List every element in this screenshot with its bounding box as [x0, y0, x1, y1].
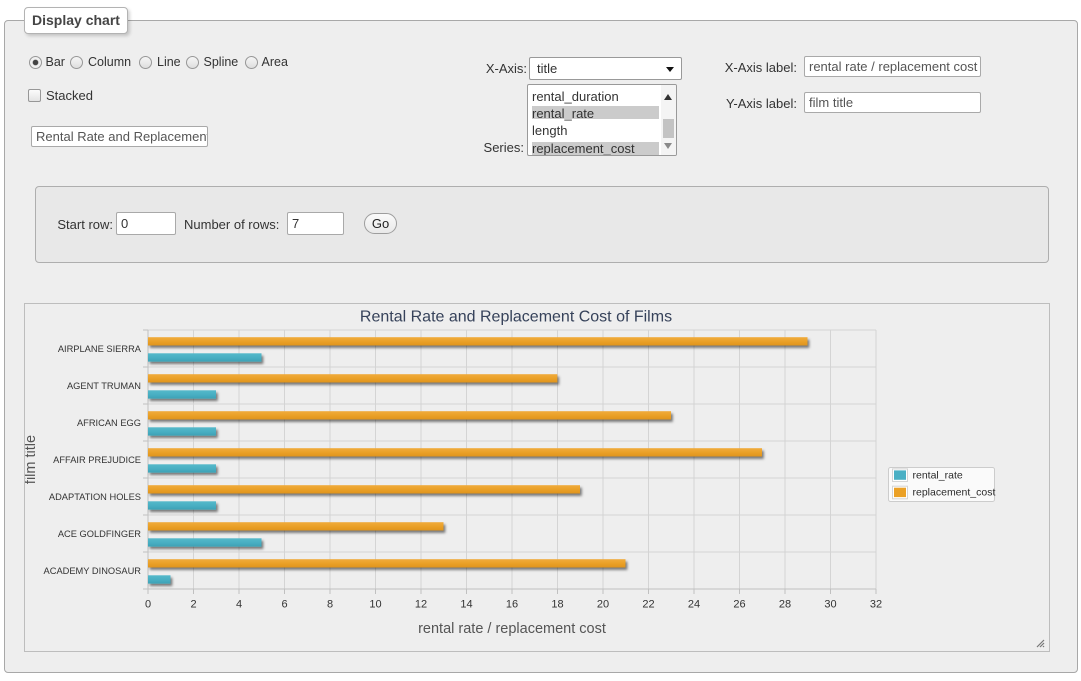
svg-text:rental_rate: rental_rate — [913, 469, 963, 481]
svg-text:24: 24 — [688, 599, 700, 611]
svg-text:12: 12 — [415, 599, 427, 611]
svg-text:AGENT TRUMAN: AGENT TRUMAN — [67, 381, 141, 391]
svg-text:AFFAIR PREJUDICE: AFFAIR PREJUDICE — [53, 455, 141, 465]
svg-text:20: 20 — [597, 599, 609, 611]
svg-text:0: 0 — [145, 599, 151, 611]
svg-text:6: 6 — [281, 599, 287, 611]
svg-text:replacement_cost: replacement_cost — [913, 487, 996, 499]
svg-text:2: 2 — [190, 599, 196, 611]
svg-text:AIRPLANE SIERRA: AIRPLANE SIERRA — [58, 344, 142, 354]
svg-text:8: 8 — [327, 599, 333, 611]
svg-text:AFRICAN EGG: AFRICAN EGG — [77, 418, 141, 428]
svg-text:28: 28 — [779, 599, 791, 611]
svg-text:film title: film title — [25, 435, 39, 484]
svg-text:Rental Rate and Replacement Co: Rental Rate and Replacement Cost of Film… — [360, 309, 672, 326]
svg-text:4: 4 — [236, 599, 242, 611]
svg-text:22: 22 — [642, 599, 654, 611]
svg-text:16: 16 — [506, 599, 518, 611]
svg-text:ACE GOLDFINGER: ACE GOLDFINGER — [58, 529, 141, 539]
svg-text:18: 18 — [551, 599, 563, 611]
svg-text:rental rate / replacement cost: rental rate / replacement cost — [418, 621, 606, 637]
svg-text:26: 26 — [733, 599, 745, 611]
svg-text:32: 32 — [870, 599, 882, 611]
svg-text:10: 10 — [369, 599, 381, 611]
svg-text:ADAPTATION HOLES: ADAPTATION HOLES — [49, 492, 141, 502]
svg-text:14: 14 — [460, 599, 472, 611]
svg-text:30: 30 — [824, 599, 836, 611]
svg-text:ACADEMY DINOSAUR: ACADEMY DINOSAUR — [44, 566, 142, 576]
